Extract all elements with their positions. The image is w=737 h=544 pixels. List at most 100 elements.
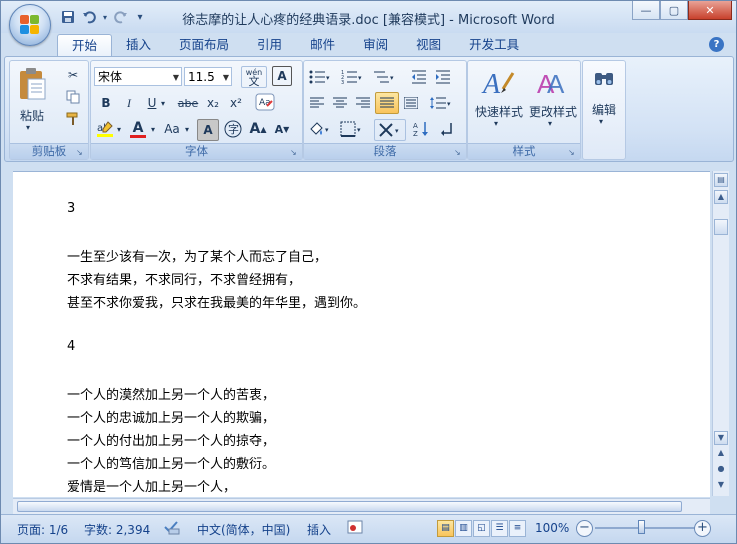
justify-icon[interactable] <box>375 92 399 114</box>
horizontal-scrollbar[interactable] <box>13 498 710 514</box>
font-color-button[interactable]: A <box>127 119 149 139</box>
enclose-characters-button[interactable]: 字 <box>222 119 244 139</box>
scroll-up-icon[interactable]: ▲ <box>714 190 728 204</box>
draft-view-icon[interactable]: ≡ <box>509 520 526 537</box>
zoom-level[interactable]: 100% <box>535 521 569 535</box>
distribute-icon[interactable] <box>400 93 422 113</box>
previous-page-icon[interactable]: ▲ <box>714 447 728 461</box>
align-center-icon[interactable] <box>329 93 351 113</box>
tab-mailings[interactable]: 邮件 <box>296 34 349 56</box>
word-window: ▾ ▾ 徐志摩的让人心疼的经典语录.doc [兼容模式] - Microsoft… <box>0 0 737 544</box>
shrink-font-button[interactable]: A ▼ <box>271 119 293 139</box>
clipboard-launcher-icon[interactable]: ↘ <box>76 148 85 157</box>
font-group-label: 字体 <box>91 143 302 159</box>
office-button[interactable] <box>9 4 51 46</box>
change-styles-button[interactable]: AA 更改样式 ▾ <box>526 65 578 137</box>
phonetic-guide-button[interactable]: wén 文 <box>241 66 267 88</box>
scroll-thumb[interactable] <box>714 219 728 235</box>
multilevel-list-button[interactable]: ▾ <box>370 67 398 87</box>
minimize-button[interactable]: — <box>632 1 660 20</box>
svg-text:3: 3 <box>341 80 344 84</box>
superscript-button[interactable]: x² <box>225 93 247 113</box>
font-group: 宋体▼ 11.5▼ wén 文 A B I U ▾ abe x₂ x² Aa a… <box>90 60 303 160</box>
font-color-dropdown-icon[interactable]: ▾ <box>149 119 157 139</box>
strikethrough-button[interactable]: abe <box>175 93 201 113</box>
next-page-icon[interactable]: ▼ <box>714 479 728 493</box>
bold-button[interactable]: B <box>95 93 117 113</box>
ribbon-tabs: 开始 插入 页面布局 引用 邮件 审阅 视图 开发工具 <box>57 34 533 58</box>
highlight-button[interactable]: ab <box>95 119 115 139</box>
web-layout-icon[interactable]: ◱ <box>473 520 490 537</box>
tab-developer[interactable]: 开发工具 <box>455 34 533 56</box>
quick-styles-label: 快速样式 <box>474 105 523 119</box>
word-count[interactable]: 字数: 2,394 <box>84 521 150 538</box>
paragraph-launcher-icon[interactable]: ↘ <box>454 148 463 157</box>
line-spacing-button[interactable]: ▾ <box>426 93 456 113</box>
font-launcher-icon[interactable]: ↘ <box>290 148 299 157</box>
tab-insert[interactable]: 插入 <box>112 34 165 56</box>
editing-group[interactable]: 编辑 ▾ <box>582 60 626 160</box>
highlight-dropdown-icon[interactable]: ▾ <box>115 119 123 139</box>
decrease-indent-icon[interactable] <box>408 67 430 87</box>
grow-font-button[interactable]: A ▲ <box>247 119 269 139</box>
paste-button[interactable]: 粘贴 ▾ <box>14 65 50 137</box>
asian-layout-button[interactable]: ▾ <box>374 119 406 141</box>
character-border-button[interactable]: A <box>272 66 292 86</box>
align-left-icon[interactable] <box>306 93 328 113</box>
proofing-icon[interactable] <box>163 519 181 538</box>
full-screen-reading-icon[interactable]: ▥ <box>455 520 472 537</box>
font-size-dropdown-icon: ▼ <box>222 73 229 82</box>
borders-button[interactable]: ▾ <box>338 119 366 139</box>
font-name-combo[interactable]: 宋体 ▼ <box>94 67 182 86</box>
tab-review[interactable]: 审阅 <box>349 34 402 56</box>
window-title: 徐志摩的让人心疼的经典语录.doc [兼容模式] - Microsoft Wor… <box>182 13 555 28</box>
page-count[interactable]: 页面: 1/6 <box>17 521 68 538</box>
close-button[interactable]: ✕ <box>688 1 732 20</box>
zoom-slider-thumb[interactable] <box>638 520 645 534</box>
numbering-button[interactable]: 1 2 3 ▾ <box>338 67 366 87</box>
styles-launcher-icon[interactable]: ↘ <box>568 148 577 157</box>
change-case-dropdown-icon[interactable]: ▾ <box>183 119 191 139</box>
bullets-button[interactable]: ▾ <box>306 67 334 87</box>
outline-view-icon[interactable]: ☰ <box>491 520 508 537</box>
character-shading-button[interactable]: A <box>197 119 219 141</box>
tab-page-layout[interactable]: 页面布局 <box>165 34 243 56</box>
copy-icon[interactable] <box>62 87 84 107</box>
font-size-combo[interactable]: 11.5 ▼ <box>184 67 232 86</box>
change-case-button[interactable]: Aa <box>161 119 183 139</box>
cut-icon[interactable]: ✂ <box>62 65 84 85</box>
subscript-button[interactable]: x₂ <box>202 93 224 113</box>
zoom-in-icon[interactable]: + <box>694 520 711 537</box>
ribbon: 粘贴 ▾ ✂ 剪贴板 ↘ 宋体 ▼ 11.5 ▼ wén 文 A B I U ▾… <box>4 56 734 162</box>
clear-formatting-icon[interactable]: Aa <box>253 91 277 113</box>
macro-record-icon[interactable] <box>347 519 363 538</box>
print-layout-view-icon[interactable]: ▤ <box>437 520 454 537</box>
increase-indent-icon[interactable] <box>432 67 454 87</box>
horizontal-scroll-thumb[interactable] <box>17 501 682 512</box>
language-indicator[interactable]: 中文(简体，中国) <box>197 521 290 538</box>
select-browse-object-icon[interactable]: ● <box>714 463 728 477</box>
document-page[interactable]: 3 一生至少该有一次，为了某个人而忘了自己， 不求有结果，不求同行，不求曾经拥有… <box>13 171 710 497</box>
insert-mode[interactable]: 插入 <box>307 521 331 538</box>
scroll-down-icon[interactable]: ▼ <box>714 431 728 445</box>
align-right-icon[interactable] <box>352 93 374 113</box>
svg-text:▾: ▾ <box>447 100 451 108</box>
help-icon[interactable]: ? <box>709 37 724 52</box>
underline-dropdown-icon[interactable]: ▾ <box>159 93 167 113</box>
tab-view[interactable]: 视图 <box>402 34 455 56</box>
sort-icon[interactable]: AZ <box>410 119 432 139</box>
show-marks-icon[interactable] <box>435 119 457 139</box>
shading-button[interactable]: ▾ <box>306 119 334 139</box>
tab-home[interactable]: 开始 <box>57 34 113 58</box>
zoom-out-icon[interactable]: − <box>576 520 593 537</box>
vertical-scrollbar[interactable]: ▤ ▲ ▼ ▲ ● ▼ <box>712 171 729 496</box>
tab-references[interactable]: 引用 <box>243 34 296 56</box>
paste-label: 粘贴 <box>19 109 44 123</box>
zoom-slider[interactable] <box>595 527 697 529</box>
window-controls: — ▢ ✕ <box>632 1 732 20</box>
format-painter-icon[interactable] <box>62 109 84 129</box>
maximize-button[interactable]: ▢ <box>660 1 688 20</box>
quick-styles-button[interactable]: A 快速样式 ▾ <box>472 65 524 137</box>
ruler-toggle-icon[interactable]: ▤ <box>714 173 728 187</box>
italic-button[interactable]: I <box>118 93 140 113</box>
